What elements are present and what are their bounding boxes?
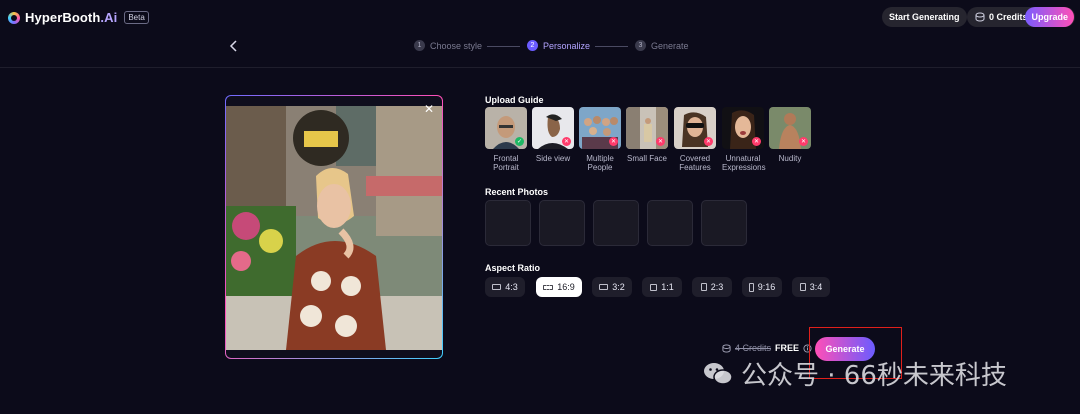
upload-guide-title: Upload Guide bbox=[485, 95, 544, 105]
credits-pill[interactable]: 0 Credits Upgrade bbox=[967, 7, 1075, 27]
guide-label: Multiple People bbox=[586, 154, 614, 172]
step-connector bbox=[595, 46, 628, 47]
ratio-shape-icon bbox=[700, 283, 707, 291]
credits-count: 0 Credits bbox=[989, 12, 1028, 22]
ratio-label: 4:3 bbox=[505, 282, 518, 292]
app-name-main: HyperBooth bbox=[25, 10, 101, 25]
cross-icon: ✕ bbox=[656, 137, 665, 146]
header-divider bbox=[0, 67, 1080, 68]
guide-thumb: ✕ bbox=[722, 107, 764, 149]
guide-label: Nudity bbox=[778, 154, 802, 163]
ratio-option-9-16[interactable]: 9:16 bbox=[742, 277, 782, 297]
coins-icon bbox=[975, 12, 985, 22]
guide-small-face: ✕ Small Face bbox=[626, 107, 668, 163]
ratio-option-16-9[interactable]: 16:9 bbox=[536, 277, 582, 297]
ratio-option-1-1[interactable]: 1:1 bbox=[642, 277, 682, 297]
step-label: Choose style bbox=[430, 40, 483, 51]
remove-photo-icon[interactable]: ✕ bbox=[424, 102, 434, 116]
ratio-label: 1:1 bbox=[661, 282, 674, 292]
guide-unnatural-expressions: ✕ Unnatural Expressions bbox=[722, 107, 766, 172]
guide-thumb: ✕ bbox=[626, 107, 668, 149]
generation-cost: 4 Credits FREE bbox=[722, 343, 812, 353]
cross-icon: ✕ bbox=[704, 137, 713, 146]
recent-photo-slot[interactable] bbox=[539, 200, 585, 246]
guide-label: Frontal Portrait bbox=[493, 154, 519, 172]
aspect-ratio-title: Aspect Ratio bbox=[485, 263, 541, 273]
free-label: FREE bbox=[775, 343, 800, 353]
beta-badge: Beta bbox=[124, 11, 149, 24]
guide-thumb: ✕ bbox=[769, 107, 811, 149]
ratio-shape-icon bbox=[599, 284, 609, 290]
ratio-label: 9:16 bbox=[757, 282, 776, 292]
logo-icon bbox=[8, 11, 20, 24]
wechat-watermark: 公众号 · 66秒未来科技 bbox=[703, 355, 1007, 392]
watermark-text: 公众号 · 66秒未来科技 bbox=[741, 361, 1007, 391]
guide-multiple-people: ✕ Multiple People bbox=[579, 107, 621, 172]
app-name: HyperBooth.Ai bbox=[25, 10, 117, 25]
app-logo[interactable]: HyperBooth.Ai Beta bbox=[8, 10, 149, 25]
step-number: 2 bbox=[527, 40, 538, 51]
recent-photo-slot[interactable] bbox=[647, 200, 693, 246]
guide-thumb: ✕ bbox=[579, 107, 621, 149]
top-header: HyperBooth.Ai Beta Start Generating 0 Cr… bbox=[0, 0, 1080, 34]
guide-covered-features: ✕ Covered Features bbox=[674, 107, 716, 172]
step-generate[interactable]: 3 Generate bbox=[635, 40, 689, 51]
recent-photo-slot[interactable] bbox=[485, 200, 531, 246]
ratio-option-2-3[interactable]: 2:3 bbox=[692, 277, 732, 297]
ratio-option-4-3[interactable]: 4:3 bbox=[485, 277, 525, 297]
ratio-shape-icon bbox=[543, 284, 554, 290]
step-number: 3 bbox=[635, 40, 646, 51]
ratio-option-3-2[interactable]: 3:2 bbox=[592, 277, 632, 297]
guide-nudity: ✕ Nudity bbox=[769, 107, 811, 163]
ratio-label: 16:9 bbox=[557, 282, 575, 292]
cross-icon: ✕ bbox=[752, 137, 761, 146]
uploaded-photo-card: ✕ bbox=[225, 95, 443, 359]
coins-icon bbox=[722, 343, 731, 353]
ratio-shape-icon bbox=[799, 283, 806, 291]
uploaded-photo bbox=[226, 106, 442, 350]
guide-thumb: ✓ bbox=[485, 107, 527, 149]
ratio-label: 3:2 bbox=[612, 282, 625, 292]
step-label: Personalize bbox=[543, 40, 591, 51]
guide-thumb: ✕ bbox=[674, 107, 716, 149]
step-personalize[interactable]: 2 Personalize bbox=[527, 40, 590, 51]
ratio-option-3-4[interactable]: 3:4 bbox=[792, 277, 830, 297]
guide-label: Covered Features bbox=[679, 154, 711, 172]
guide-label: Side view bbox=[535, 154, 571, 163]
recent-photos-title: Recent Photos bbox=[485, 187, 549, 197]
upgrade-button[interactable]: Upgrade bbox=[1025, 7, 1074, 27]
original-cost: 4 Credits bbox=[735, 343, 772, 353]
cross-icon: ✕ bbox=[562, 137, 571, 146]
cross-icon: ✕ bbox=[609, 137, 618, 146]
ratio-shape-icon bbox=[492, 284, 502, 290]
cross-icon: ✕ bbox=[799, 137, 808, 146]
guide-label: Small Face bbox=[626, 154, 667, 163]
ratio-shape-icon bbox=[650, 283, 658, 291]
guide-thumb: ✕ bbox=[532, 107, 574, 149]
step-number: 1 bbox=[414, 40, 425, 51]
guide-frontal-portrait: ✓ Frontal Portrait bbox=[485, 107, 527, 172]
step-choose-style[interactable]: 1 Choose style bbox=[414, 40, 482, 51]
guide-label: Unnatural Expressions bbox=[722, 154, 766, 172]
step-connector bbox=[487, 46, 520, 47]
guide-side-view: ✕ Side view bbox=[532, 107, 574, 163]
ratio-label: 3:4 bbox=[809, 282, 823, 292]
wechat-icon bbox=[703, 361, 733, 387]
start-generating-button[interactable]: Start Generating bbox=[882, 7, 967, 27]
check-icon: ✓ bbox=[515, 137, 524, 146]
photo-container: ✕ bbox=[226, 96, 442, 358]
ratio-label: 2:3 bbox=[710, 282, 724, 292]
recent-photo-slot[interactable] bbox=[701, 200, 747, 246]
progress-stepper: 1 Choose style 2 Personalize 3 Generate bbox=[0, 40, 1080, 54]
recent-photo-slot[interactable] bbox=[593, 200, 639, 246]
app-name-suffix: .Ai bbox=[100, 10, 118, 25]
ratio-shape-icon bbox=[748, 282, 754, 292]
step-label: Generate bbox=[651, 40, 689, 51]
